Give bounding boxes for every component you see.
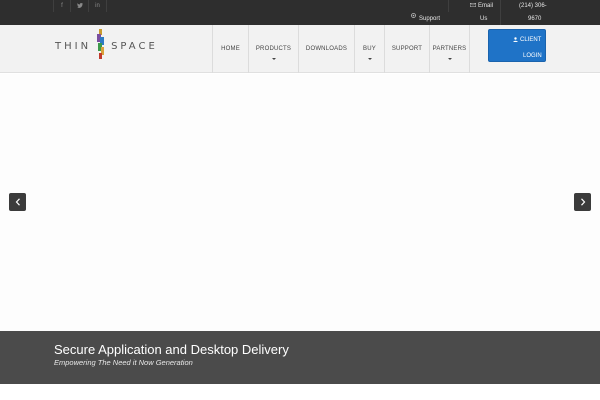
site-header: THIN SPACE Home Products xyxy=(0,25,600,73)
phone-number[interactable]: (214) 306- 9670 xyxy=(500,0,547,25)
slide-caption-subtitle: Empowering The Need it Now Generation xyxy=(54,358,193,367)
nav-item-downloads[interactable]: Downloads xyxy=(298,25,354,73)
linkedin-icon: in xyxy=(95,3,100,9)
nav-item-label: Home xyxy=(221,46,240,52)
hero-slider xyxy=(0,74,600,331)
nav-item-label: Support xyxy=(391,46,423,52)
logo-text-right: SPACE xyxy=(111,40,158,52)
social-links: f in xyxy=(53,0,107,12)
email-label: Email xyxy=(478,3,494,9)
chevron-down-icon xyxy=(367,58,372,60)
nav-item-label: Buy xyxy=(363,46,376,52)
nav-item-products[interactable]: Products xyxy=(248,25,298,73)
twitter-link[interactable] xyxy=(71,0,89,12)
client-login-label-1: Client xyxy=(520,37,542,43)
top-bar: f in Support Us Email (214) 306- 9670 xyxy=(0,0,600,25)
linkedin-link[interactable]: in xyxy=(89,0,107,12)
support-label-us: Us xyxy=(480,16,488,22)
phone-line-1: (214) 306- xyxy=(519,3,547,9)
chevron-right-icon xyxy=(580,193,586,211)
slider-prev-button[interactable] xyxy=(9,193,26,211)
nav-item-buy[interactable]: Buy xyxy=(354,25,384,73)
logo-text-left: THIN xyxy=(55,40,92,52)
facebook-link[interactable]: f xyxy=(53,0,71,12)
nav-item-home[interactable]: Home xyxy=(212,25,248,73)
phone-line-2: 9670 xyxy=(528,16,542,22)
facebook-icon: f xyxy=(61,3,63,9)
client-login-button[interactable]: Client Login xyxy=(488,29,546,62)
logo[interactable]: THIN SPACE xyxy=(55,28,158,64)
main-nav: Home Products Downloads Buy Support Part… xyxy=(212,25,470,73)
nav-item-label: Products xyxy=(255,46,292,52)
chevron-down-icon xyxy=(271,58,276,60)
chevron-down-icon xyxy=(447,58,452,60)
nav-item-label: Downloads xyxy=(305,46,348,52)
nav-item-support[interactable]: Support xyxy=(384,25,429,73)
twitter-icon xyxy=(76,2,83,9)
slide-caption: Secure Application and Desktop Delivery … xyxy=(0,331,600,384)
nav-item-label: Partners xyxy=(432,46,467,52)
email-link[interactable]: Email xyxy=(448,0,500,12)
client-login-line-2: Login xyxy=(523,53,542,59)
bottom-strip xyxy=(0,384,600,400)
chevron-left-icon xyxy=(15,193,21,211)
slide-caption-title: Secure Application and Desktop Delivery xyxy=(54,342,289,357)
user-icon xyxy=(513,37,518,42)
support-label: Support xyxy=(419,16,441,22)
page: f in Support Us Email (214) 306- 9670 TH… xyxy=(0,0,600,400)
nav-item-partners[interactable]: Partners xyxy=(429,25,470,73)
support-icon xyxy=(411,13,416,20)
email-icon xyxy=(470,3,476,9)
slider-next-button[interactable] xyxy=(574,193,591,211)
client-login-line-1: Client xyxy=(513,37,541,43)
logo-mark-icon xyxy=(95,28,107,64)
